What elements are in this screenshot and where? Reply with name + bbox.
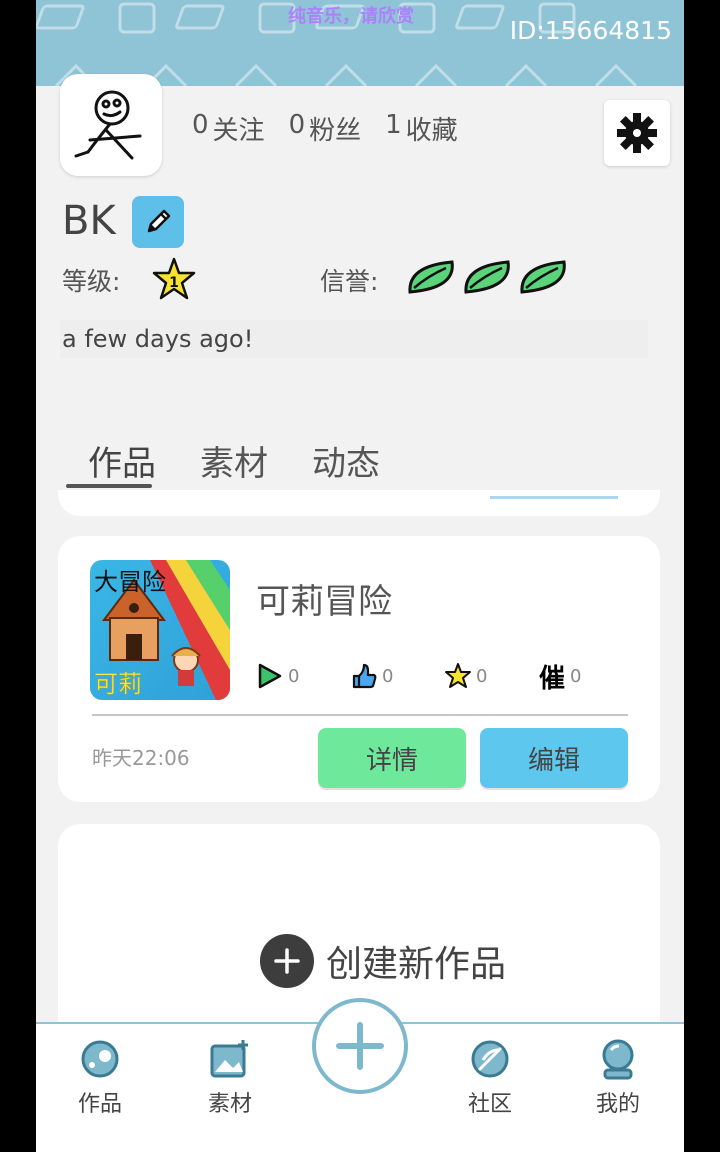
stick-figure-drawing [74,90,142,160]
nav-works[interactable]: 作品 [50,1038,150,1118]
compass-icon [471,1040,509,1078]
image-add-icon [210,1040,248,1078]
bio-text: a few days ago! [60,320,648,358]
nav-community-label: 社区 [467,1092,512,1117]
favorites-label: 收藏 [405,116,458,146]
user-id: ID:15664815 [509,16,672,45]
nav-materials-label: 素材 [207,1092,252,1117]
nav-mine-label: 我的 [595,1092,640,1117]
create-fab-button[interactable] [312,998,408,1094]
leaf-icon [408,260,454,294]
avatar[interactable] [60,74,162,176]
nav-mine[interactable]: 我的 [568,1038,668,1118]
nav-community[interactable]: 社区 [440,1038,540,1118]
create-work-label: 创建新作品 [326,944,507,985]
previous-card-edge [58,490,660,516]
plays-count: 0 [288,665,300,687]
credit-leaves [404,258,570,296]
leaf-icon [520,260,566,294]
gear-icon [617,113,657,153]
palette-icon [81,1040,119,1078]
urge-icon: 催 [538,663,565,694]
stars-count: 0 [476,665,488,687]
work-card[interactable]: 大冒险 可莉 可莉冒险 0 0 0 催 0 昨天22:06 详情 编辑 [58,536,660,802]
play-icon [258,663,282,689]
previous-card-button-edge [490,496,618,499]
nav-works-label: 作品 [77,1092,122,1117]
plus-icon [336,1022,384,1070]
edit-work-button[interactable]: 编辑 [480,728,628,788]
work-timestamp: 昨天22:06 [92,746,190,770]
profile-stats: 0 关注 0 粉丝 1 收藏 [192,110,458,147]
following-count: 0 [192,110,209,140]
tab-activity[interactable]: 动态 [290,436,402,485]
favorites-count: 1 [385,110,402,140]
work-title[interactable]: 可莉冒险 [256,574,392,623]
fans-count: 0 [288,110,306,140]
level-star-badge: 1 [150,256,198,302]
crystal-ball-icon [602,1039,634,1080]
level-label: 等级: [62,267,121,296]
cover-title-text: 大冒险 [94,568,166,596]
leaf-icon [464,260,510,294]
likes-count: 0 [382,665,394,687]
credit-label: 信誉: [320,267,379,296]
profile-tabs: 作品 素材 动态 [66,436,402,485]
detail-button[interactable]: 详情 [318,728,466,788]
fans-label: 粉丝 [309,116,362,146]
tab-works[interactable]: 作品 [66,436,178,485]
create-work-button[interactable]: 创建新作品 [260,934,506,988]
level-value: 1 [169,275,179,291]
tab-materials[interactable]: 素材 [178,436,290,485]
music-notice: 纯音乐，请欣赏 [288,6,414,27]
likes-stat: 0 [350,662,444,690]
edit-profile-button[interactable] [132,196,184,248]
work-thumbnail[interactable]: 大冒险 可莉 [90,560,230,700]
fans-stat[interactable]: 0 粉丝 [289,110,362,147]
favorites-stat[interactable]: 1 收藏 [385,110,458,147]
cover-name-text: 可莉 [94,670,142,698]
urge-stat: 催 0 [538,662,632,694]
star-icon: 1 [152,257,196,300]
work-card-divider [92,714,628,716]
nav-materials[interactable]: 素材 [180,1038,280,1118]
plus-circle-icon [260,934,314,988]
following-stat[interactable]: 0 关注 [192,110,265,147]
following-label: 关注 [212,116,265,146]
active-tab-indicator [66,484,152,488]
plays-stat: 0 [256,662,350,690]
settings-button[interactable] [604,100,670,166]
stars-stat: 0 [444,662,538,690]
work-stats: 0 0 0 催 0 [256,662,632,694]
star-icon [445,663,471,688]
pencil-icon [147,209,171,233]
plus-icon [274,948,300,974]
urge-count: 0 [570,665,582,687]
work-cover-image: 大冒险 可莉 [90,560,230,700]
profile-screen: 纯音乐，请欣赏 ID:15664815 0 关注 0 粉丝 1 收藏 BK 等级… [36,0,684,1152]
thumbs-up-icon [352,663,377,689]
username: BK [62,198,116,244]
